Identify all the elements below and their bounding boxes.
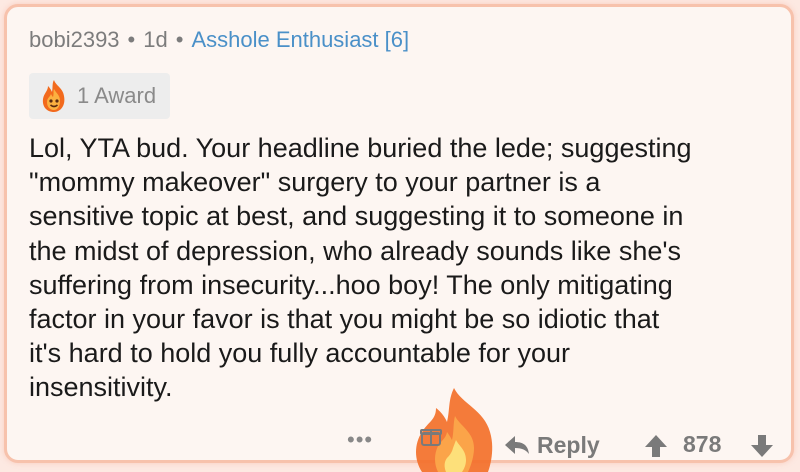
reply-label: Reply (537, 431, 600, 458)
user-flair: Asshole Enthusiast [6] (191, 27, 410, 52)
separator-dot: • (175, 27, 184, 52)
award-label: 1 Award (77, 83, 157, 108)
author-username[interactable]: bobi2393 (29, 27, 120, 52)
flame-face-award-icon (42, 80, 65, 112)
comment-age: 1d (143, 27, 168, 52)
downvote-arrow-icon[interactable] (749, 433, 775, 459)
flame-emoji-icon (416, 388, 493, 472)
gift-icon[interactable] (420, 425, 442, 447)
more-options-button[interactable]: ••• (347, 427, 373, 453)
separator-dot: • (127, 27, 136, 52)
vote-score: 878 (683, 431, 722, 457)
comment-body: Lol, YTA bud. Your headline buried the l… (29, 133, 692, 403)
comment-meta: bobi2393 • 1d • Asshole Enthusiast [6] (29, 27, 409, 53)
upvote-arrow-icon[interactable] (643, 433, 669, 459)
award-badge[interactable]: 1 Award (29, 73, 171, 119)
